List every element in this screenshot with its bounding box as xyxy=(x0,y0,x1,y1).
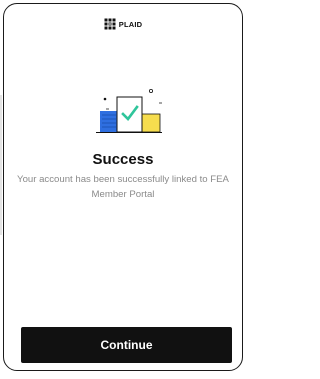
success-message: Your account has been successfully linke… xyxy=(17,174,229,200)
background-edge xyxy=(0,95,2,235)
plaid-modal: PLAID Success Your account has been succ… xyxy=(3,3,243,371)
continue-button[interactable]: Continue xyxy=(21,327,232,363)
brand-name: PLAID xyxy=(118,19,143,29)
plaid-logo-icon xyxy=(104,18,116,30)
page: PLAID Success Your account has been succ… xyxy=(0,0,252,379)
success-checkmark-illustration xyxy=(96,89,162,133)
success-title: Success xyxy=(92,151,154,168)
brand-header: PLAID xyxy=(4,18,242,30)
